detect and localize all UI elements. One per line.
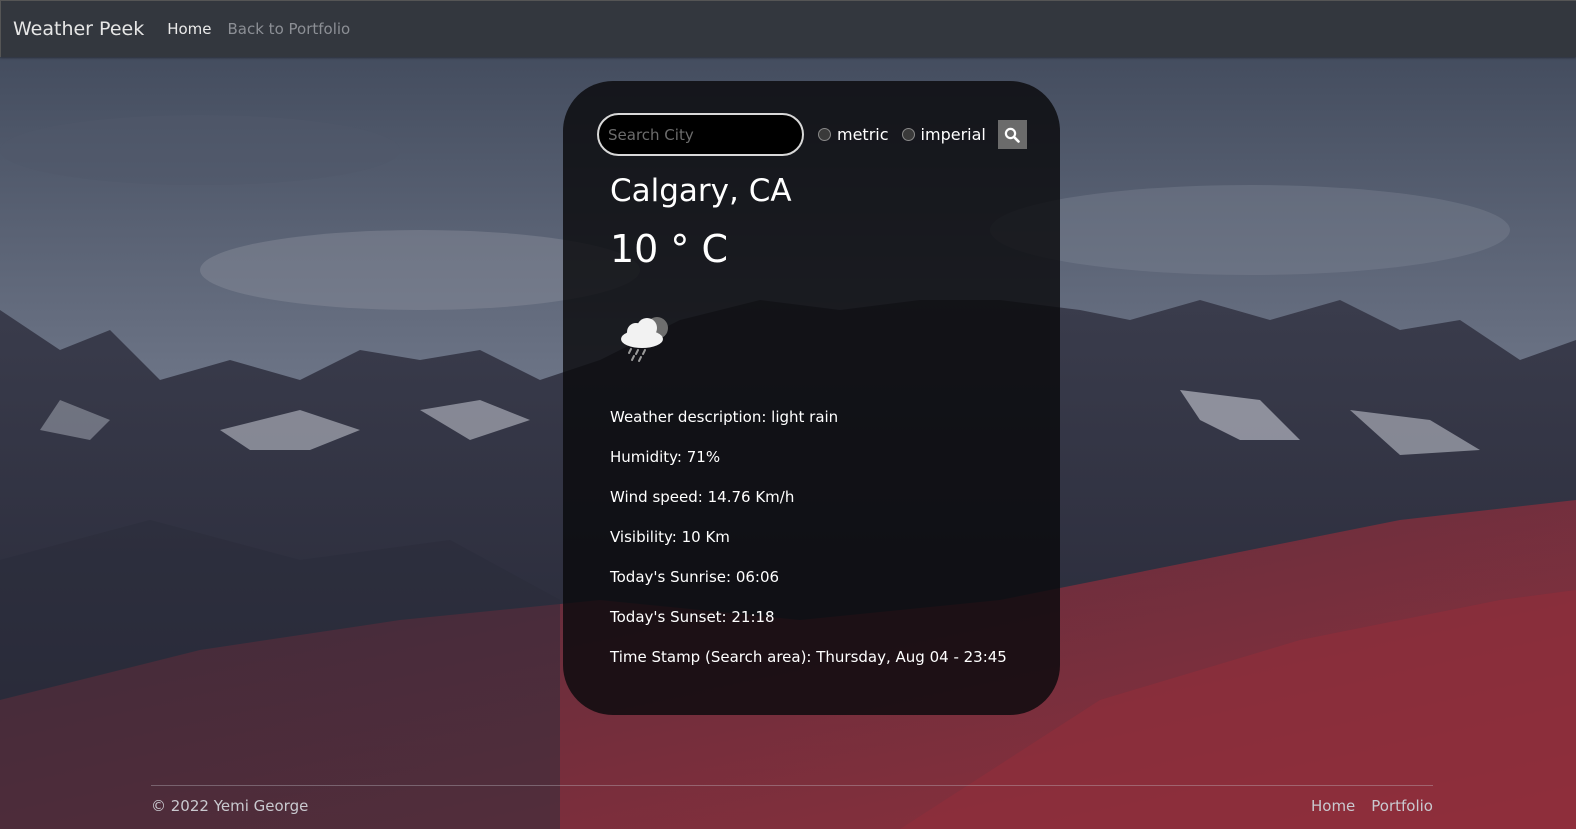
temperature: 10 ° C <box>610 227 729 271</box>
weather-card: metric imperial Calgary, CA 10 ° C Weath… <box>563 81 1060 715</box>
footer-link-portfolio[interactable]: Portfolio <box>1371 797 1433 815</box>
cloud-rain-icon <box>621 317 668 362</box>
radio-imperial[interactable] <box>901 128 915 141</box>
radio-metric[interactable] <box>818 128 831 141</box>
sunrise: Today's Sunrise: 06:06 <box>610 568 780 586</box>
search-icon <box>1005 127 1021 143</box>
search-form: metric imperial <box>597 113 1027 156</box>
search-button[interactable] <box>997 120 1027 149</box>
brand-logo-text[interactable]: Weather Peek <box>13 18 144 40</box>
radio-label-imperial[interactable]: imperial <box>921 125 986 144</box>
unit-selector: metric imperial <box>818 125 999 144</box>
wind-speed: Wind speed: 14.76 Km/h <box>610 488 795 506</box>
sunset: Today's Sunset: 21:18 <box>610 608 775 626</box>
footer-links: Home Portfolio <box>1295 797 1433 815</box>
top-navbar: Weather Peek Home Back to Portfolio <box>0 0 1576 57</box>
timestamp: Time Stamp (Search area): Thursday, Aug … <box>610 648 1007 666</box>
weather-description: Weather description: light rain <box>610 408 839 426</box>
city-name: Calgary, CA <box>610 173 792 209</box>
humidity: Humidity: 71% <box>610 448 721 466</box>
nav-link-home[interactable]: Home <box>167 20 211 38</box>
visibility: Visibility: 10 Km <box>610 528 730 546</box>
radio-label-metric[interactable]: metric <box>837 125 889 144</box>
footer-link-home[interactable]: Home <box>1311 797 1355 815</box>
footer-copyright: © 2022 Yemi George <box>151 796 309 815</box>
nav-link-back-to-portfolio[interactable]: Back to Portfolio <box>228 20 351 38</box>
footer: © 2022 Yemi George Home Portfolio <box>151 785 1433 825</box>
weather-details-list: Weather description: light rain Humidity… <box>610 407 1007 687</box>
search-city-input[interactable] <box>597 113 804 156</box>
